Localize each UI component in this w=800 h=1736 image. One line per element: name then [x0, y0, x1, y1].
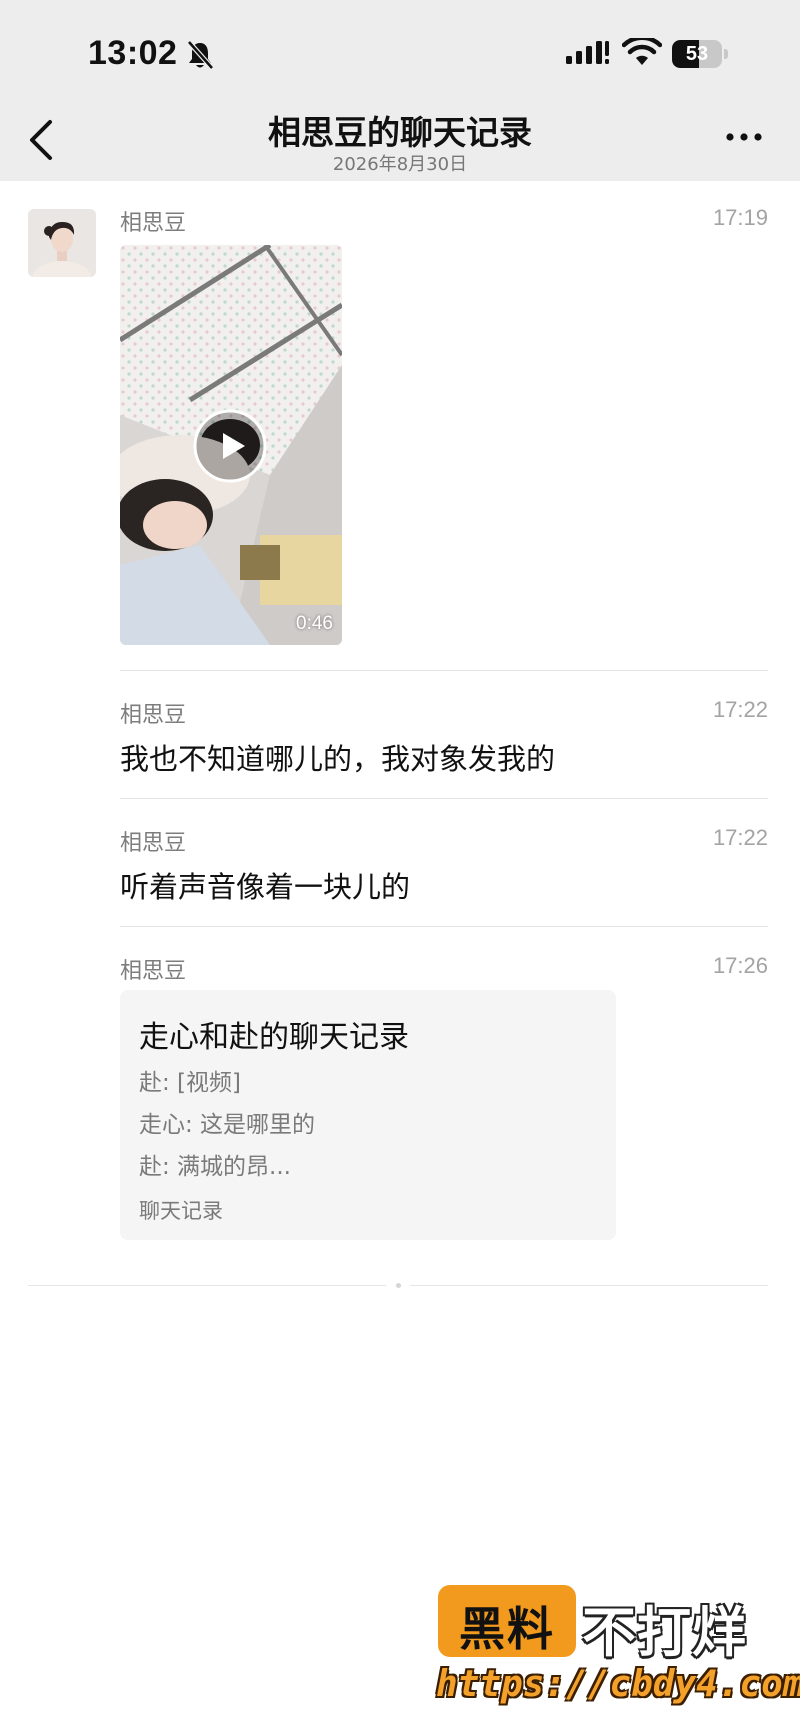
chat-record-card[interactable]: 走心和赴的聊天记录 赴: [视频] 走心: 这是哪里的 赴: 满城的昂... 聊… — [120, 990, 616, 1240]
bell-muted-icon — [187, 40, 214, 70]
video-thumbnail[interactable]: 0:46 — [120, 245, 342, 645]
sender-name: 相思豆 — [120, 703, 187, 728]
watermark-text: 不打烊 — [582, 1601, 747, 1664]
message-text: 听着声音像着一块儿的 — [120, 870, 411, 904]
message-divider — [120, 798, 768, 799]
play-icon[interactable] — [192, 408, 268, 484]
more-options-icon[interactable] — [724, 127, 764, 147]
message-time: 17:26 — [712, 953, 768, 978]
chat-record-line: 走心: 这是哪里的 — [139, 1112, 316, 1138]
sender-name: 相思豆 — [120, 211, 187, 236]
message-divider — [120, 670, 768, 671]
top-bar: 13:02 53 相思豆的聊天记录 2026年8月30日 — [0, 0, 800, 181]
chat-record-line: 赴: [视频] — [139, 1070, 242, 1096]
chat-record-title: 走心和赴的聊天记录 — [139, 1020, 409, 1055]
watermark-url: https://cbdy4.com — [436, 1664, 800, 1705]
end-divider — [410, 1285, 768, 1286]
signal-icon — [566, 41, 609, 64]
chat-record-line: 赴: 满城的昂... — [139, 1154, 291, 1180]
wifi-icon — [622, 38, 662, 65]
video-duration: 0:46 — [296, 613, 333, 634]
chat-record-label: 聊天记录 — [139, 1199, 223, 1223]
avatar[interactable] — [28, 209, 96, 277]
message-divider — [120, 926, 768, 927]
end-divider — [28, 1285, 386, 1286]
watermark-badge: 黑料 — [438, 1585, 576, 1657]
message-time: 17:22 — [712, 697, 768, 722]
page-subtitle-date: 2026年8月30日 — [332, 154, 468, 175]
message-time: 17:19 — [712, 205, 768, 230]
page-title: 相思豆的聊天记录 — [268, 113, 532, 152]
end-divider-dot — [396, 1283, 401, 1288]
battery-icon: 53 — [672, 40, 728, 68]
message-time: 17:22 — [712, 825, 768, 850]
sender-name: 相思豆 — [120, 831, 187, 856]
message-text: 我也不知道哪儿的，我对象发我的 — [120, 742, 556, 776]
watermark-badge-text: 黑料 — [459, 1602, 555, 1656]
status-time: 13:02 — [88, 34, 178, 72]
sender-name: 相思豆 — [120, 959, 187, 984]
battery-percent: 53 — [685, 43, 709, 65]
status-bar: 13:02 53 — [0, 0, 800, 100]
